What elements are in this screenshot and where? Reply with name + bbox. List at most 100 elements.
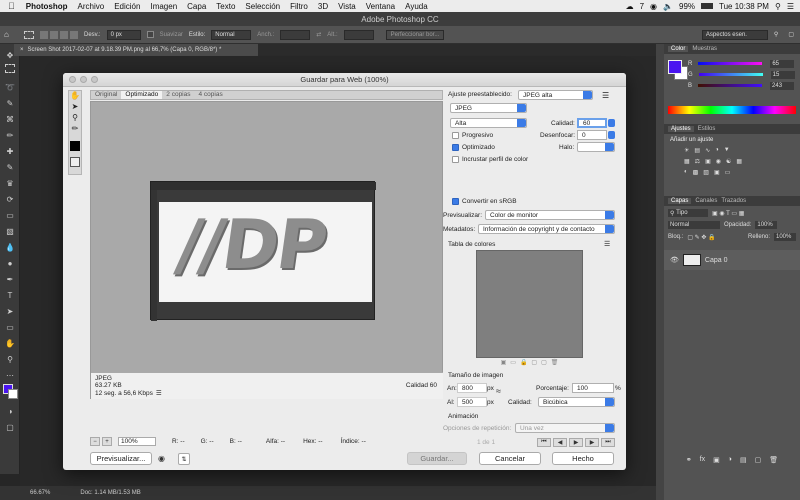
slider-g-track[interactable] xyxy=(698,73,763,76)
healing-brush-tool-icon[interactable]: ✚ xyxy=(3,144,17,158)
menu-3d[interactable]: 3D xyxy=(313,2,333,11)
workspace-select[interactable]: Aspectos esen. xyxy=(701,29,768,40)
hand-tool-icon[interactable]: ✋ xyxy=(69,91,81,102)
menu-seleccion[interactable]: Selección xyxy=(240,2,285,11)
slider-b-track[interactable] xyxy=(698,84,763,87)
menu-archivo[interactable]: Archivo xyxy=(73,2,110,11)
home-icon[interactable]: ⌂ xyxy=(4,30,18,39)
link-icon[interactable]: ⚭ xyxy=(686,456,692,464)
status-zoom[interactable]: 66.67% xyxy=(30,490,50,496)
loop-select[interactable]: Una vez xyxy=(515,423,615,433)
fx-icon[interactable]: fx xyxy=(700,456,705,464)
layer-kind-filter[interactable]: ⚲ Tipo xyxy=(668,209,708,217)
tab-original[interactable]: Original xyxy=(91,91,121,99)
menu-imagen[interactable]: Imagen xyxy=(145,2,182,11)
embed-profile-checkbox[interactable] xyxy=(452,156,459,163)
zoom-tool-icon[interactable]: ⚲ xyxy=(69,113,81,124)
first-frame-button[interactable]: ⏮ xyxy=(537,437,551,447)
gradient-map-icon[interactable]: ▭ xyxy=(725,169,731,176)
lookup-icon[interactable]: ▦ xyxy=(736,158,742,165)
selection-mode-icons[interactable] xyxy=(40,30,78,39)
percent-input[interactable]: 100 xyxy=(572,383,614,393)
marquee-tool-icon[interactable] xyxy=(5,64,15,73)
adjustment-layer-icon[interactable]: ◑ xyxy=(728,456,732,464)
eraser-tool-icon[interactable]: ▭ xyxy=(3,208,17,222)
pen-tool-icon[interactable]: ✒ xyxy=(3,272,17,286)
new-layer-icon[interactable]: ▢ xyxy=(755,456,762,464)
curves-icon[interactable]: ∿ xyxy=(705,147,710,154)
close-window-icon[interactable] xyxy=(69,76,76,83)
progressive-checkbox[interactable] xyxy=(452,132,459,139)
zoom-tool-icon[interactable]: ⚲ xyxy=(3,352,17,366)
mask-icon[interactable]: ▣ xyxy=(713,456,720,464)
type-tool-icon[interactable]: T xyxy=(3,288,17,302)
eyedropper-tool-icon[interactable]: ✏ xyxy=(69,124,81,135)
blur-tool-icon[interactable]: 💧 xyxy=(3,240,17,254)
hand-tool-icon[interactable]: ✋ xyxy=(3,336,17,350)
battery-icon[interactable] xyxy=(701,3,714,9)
tab-paths[interactable]: Trazados xyxy=(721,198,746,204)
quality-preset-select[interactable]: Alta xyxy=(450,118,527,128)
cancel-button[interactable]: Cancelar xyxy=(479,452,541,465)
menu-texto[interactable]: Texto xyxy=(211,2,240,11)
browser-select[interactable]: ⇅ xyxy=(178,453,190,465)
eyedropper-tool-icon[interactable]: ✏ xyxy=(3,128,17,142)
height-input[interactable]: 500 xyxy=(457,397,487,407)
selective-color-icon[interactable]: ▣ xyxy=(714,169,720,176)
dodge-tool-icon[interactable]: ● xyxy=(3,256,17,270)
hue-icon[interactable]: ▦ xyxy=(684,158,690,165)
web-snap-icon[interactable]: ▣ xyxy=(501,359,507,369)
save-button[interactable]: Guardar... xyxy=(407,452,467,465)
menu-app-name[interactable]: Photoshop xyxy=(21,2,73,11)
last-frame-button[interactable]: ⏭ xyxy=(601,437,615,447)
menu-ventana[interactable]: Ventana xyxy=(361,2,400,11)
slider-g-value[interactable]: 15 xyxy=(770,70,795,79)
eyedropper-color-swatch[interactable] xyxy=(70,141,80,151)
volume-icon[interactable]: 🔈 xyxy=(663,2,673,11)
menu-capa[interactable]: Capa xyxy=(182,2,211,11)
marquee-tool-icon[interactable] xyxy=(24,30,34,39)
convert-srgb-checkbox[interactable] xyxy=(452,198,459,205)
style-select[interactable]: Normal xyxy=(211,29,252,40)
vibrance-icon[interactable]: ▼ xyxy=(724,147,730,154)
tab-color[interactable]: Color xyxy=(668,46,689,52)
feather-input[interactable]: 0 px xyxy=(106,29,141,40)
photo-filter-icon[interactable]: ◉ xyxy=(716,158,721,165)
tab-4up[interactable]: 4 copias xyxy=(195,91,227,99)
exposure-icon[interactable]: ◑ xyxy=(715,147,719,154)
height-input[interactable] xyxy=(343,29,374,40)
blend-mode-select[interactable]: Normal xyxy=(668,221,720,229)
swap-icon[interactable]: ⇄ xyxy=(316,31,321,38)
folder-icon[interactable]: ▤ xyxy=(740,456,747,464)
opacity-input[interactable]: 100% xyxy=(755,221,778,229)
wifi-icon[interactable]: ◉ xyxy=(650,2,657,11)
toggle-slices-icon[interactable] xyxy=(70,157,80,167)
width-input[interactable] xyxy=(280,29,311,40)
brightness-icon[interactable]: ☀ xyxy=(684,147,689,154)
resample-select[interactable]: Bicúbica xyxy=(538,397,615,407)
slider-b-value[interactable]: 243 xyxy=(770,81,795,90)
preview-area[interactable]: //DP JPEG 63.27 KB 12 seg. a 56,6 Kbps ☰… xyxy=(90,101,443,399)
channel-mixer-icon[interactable]: ☯ xyxy=(726,158,731,165)
map-transparent-icon[interactable]: ▢ xyxy=(531,359,537,369)
share-icon[interactable]: ▢ xyxy=(788,31,794,38)
color-spectrum-bar[interactable] xyxy=(668,106,796,114)
next-frame-button[interactable]: ▶ xyxy=(585,437,599,447)
delete-color-icon[interactable]: 🗑 xyxy=(551,359,559,369)
slider-b[interactable]: B 243 xyxy=(684,80,795,91)
lasso-tool-icon[interactable]: ➰ xyxy=(3,80,17,94)
done-button[interactable]: Hecho xyxy=(552,452,614,465)
matte-select[interactable] xyxy=(577,142,615,152)
background-color-swatch[interactable] xyxy=(8,389,18,399)
zoom-window-icon[interactable] xyxy=(91,76,98,83)
clock[interactable]: Tue 10:38 PM xyxy=(719,2,769,11)
tab-optimized[interactable]: Optimizado xyxy=(121,91,163,99)
tab-2up[interactable]: 2 copias xyxy=(162,91,194,99)
layer-name[interactable]: Capa 0 xyxy=(705,257,728,264)
slider-r-track[interactable] xyxy=(698,62,763,65)
cloud-icon[interactable]: ☁ xyxy=(626,2,634,11)
tab-adjustments[interactable]: Ajustes xyxy=(668,126,694,132)
gradient-tool-icon[interactable]: ▧ xyxy=(3,224,17,238)
zoom-select[interactable]: 100% xyxy=(118,437,156,446)
notification-badge[interactable]: 7 xyxy=(640,2,644,11)
